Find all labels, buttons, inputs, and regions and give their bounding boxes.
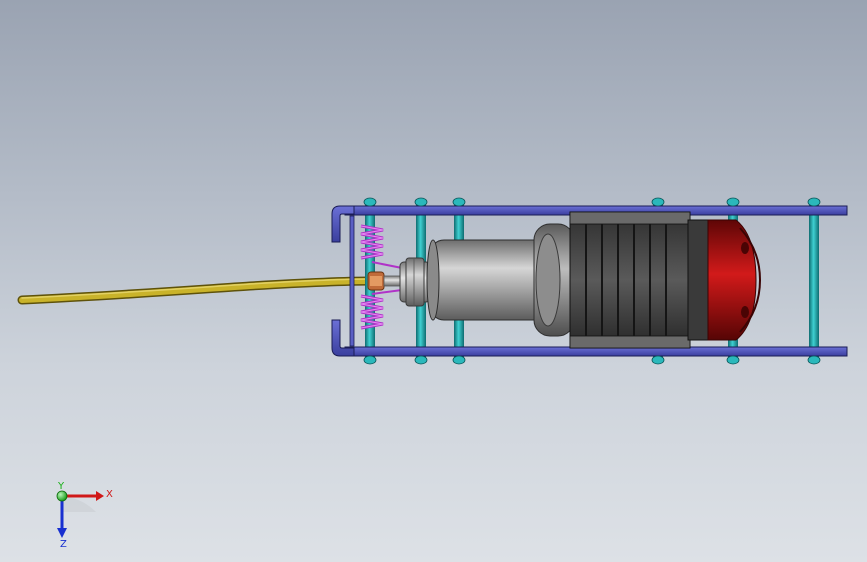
x-axis-label: X: [106, 489, 113, 500]
pump-body-block[interactable]: [569, 211, 713, 349]
y-axis-arrow: [56, 490, 68, 502]
piston-head[interactable]: [399, 257, 431, 307]
pump-cylinder[interactable]: [426, 223, 575, 337]
y-axis-label: Y: [57, 481, 65, 492]
reference-triad: X Y Z: [56, 481, 113, 548]
model-view[interactable]: [0, 0, 867, 562]
graphics-viewport[interactable]: X Y Z: [0, 0, 867, 562]
hose-fitting[interactable]: [367, 271, 403, 291]
red-end-cap[interactable]: [707, 219, 762, 341]
z-axis-label: Z: [60, 539, 67, 548]
